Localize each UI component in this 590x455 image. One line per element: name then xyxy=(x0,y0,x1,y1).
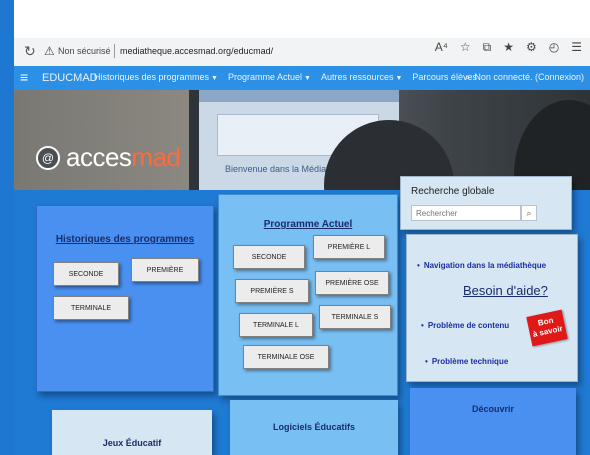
nav-link-label: Historiques des programmes xyxy=(94,72,210,82)
browser-address-bar: ↻ ⚠ Non sécurisé mediatheque.accesmad.or… xyxy=(14,38,590,67)
historiques-title[interactable]: Historiques des programmes xyxy=(37,234,213,245)
logo-text: accesmad xyxy=(66,142,181,173)
prog-terminale-s-button[interactable]: TERMINALE S xyxy=(319,305,391,329)
recherche-card: Recherche globale ⌕ xyxy=(400,176,572,230)
bon-a-savoir-badge[interactable]: Bon à savoir xyxy=(526,309,568,347)
read-aloud-icon[interactable]: A⁴ xyxy=(435,40,448,55)
site-navbar: ≡ EDUCMAD Historiques des programmes ▼ Pr… xyxy=(14,66,590,90)
nav-link-label: Programme Actuel xyxy=(227,72,303,82)
programme-actuel-card: Programme Actuel SECONDE PREMIÈRE L PREM… xyxy=(218,194,398,396)
jeux-educatif-title[interactable]: Jeux Éducatif xyxy=(52,438,212,448)
navigation-link-label: Navigation dans la médiathèque xyxy=(423,261,547,270)
prog-premiere-ose-button[interactable]: PREMIÈRE OSE xyxy=(315,271,389,295)
screenshot-frame: ↻ ⚠ Non sécurisé mediatheque.accesmad.or… xyxy=(0,0,590,455)
bullet-icon: • xyxy=(417,261,420,270)
favorite-star-icon[interactable]: ☆ xyxy=(460,40,471,55)
login-status[interactable]: ⌕ Non connecté. (Connexion) xyxy=(465,72,584,83)
nav-link-historiques[interactable]: Historiques des programmes ▼ xyxy=(94,72,218,82)
favorites-list-icon[interactable]: ★ xyxy=(503,40,514,55)
url-text[interactable]: mediatheque.accesmad.org/educmad/ xyxy=(120,46,273,56)
accesmad-logo: @ accesmad xyxy=(36,142,181,173)
split-screen-icon[interactable]: ⧉ xyxy=(483,40,492,55)
logo-text-prefix: acces xyxy=(66,142,132,172)
address-separator xyxy=(114,44,115,58)
nav-link-autres[interactable]: Autres ressources ▼ xyxy=(321,72,402,82)
badge-line2: à savoir xyxy=(531,323,564,339)
probleme-technique-link[interactable]: • Problème technique xyxy=(425,357,508,366)
nav-link-programme[interactable]: Programme Actuel ▼ xyxy=(228,72,311,82)
search-input[interactable] xyxy=(411,205,521,221)
prog-seconde-button[interactable]: SECONDE xyxy=(233,245,305,269)
hist-seconde-button[interactable]: SECONDE xyxy=(53,262,119,286)
monitor-header-strip xyxy=(199,90,399,102)
programme-title[interactable]: Programme Actuel xyxy=(219,219,397,230)
logiciels-educatifs-card: Logiciels Éducatifs xyxy=(230,400,398,455)
bullet-icon: • xyxy=(425,357,428,366)
prog-premiere-s-button[interactable]: PREMIÈRE S xyxy=(235,279,309,303)
chevron-down-icon: ▼ xyxy=(304,75,311,82)
nav-links: Historiques des programmes ▼ Programme Ac… xyxy=(94,72,477,82)
besoin-aide-title[interactable]: Besoin d'aide? xyxy=(463,283,548,298)
historiques-card: Historiques des programmes SECONDE PREMI… xyxy=(36,205,214,392)
collections-icon[interactable]: ☰ xyxy=(571,40,582,55)
search-icon: ⌕ xyxy=(526,207,532,218)
warning-icon[interactable]: ⚠ xyxy=(44,44,55,58)
decouvrir-card: Découvrir xyxy=(410,388,576,455)
chevron-down-icon: ▼ xyxy=(211,75,218,82)
nav-link-label: Autres ressources xyxy=(320,72,394,82)
browser-toolbar-icons: A⁴ ☆ ⧉ ★ ⚙ ◴ ☰ xyxy=(435,40,582,55)
logo-text-suffix: mad xyxy=(131,142,181,172)
probleme-contenu-label: Problème de contenu xyxy=(427,321,510,330)
aide-card: • Navigation dans la médiathèque Besoin d… xyxy=(406,234,578,382)
extensions-icon[interactable]: ⚙ xyxy=(526,40,537,55)
security-label[interactable]: Non sécurisé xyxy=(58,46,111,56)
logo-at-icon: @ xyxy=(36,145,60,170)
hist-terminale-button[interactable]: TERMINALE xyxy=(53,296,129,320)
prog-terminale-ose-button[interactable]: TERMINALE OSE xyxy=(243,345,329,369)
history-icon[interactable]: ◴ xyxy=(549,40,559,55)
reload-icon[interactable]: ↻ xyxy=(24,43,36,60)
recherche-title: Recherche globale xyxy=(411,186,495,197)
navigation-link[interactable]: • Navigation dans la médiathèque xyxy=(417,261,546,270)
bullet-icon: • xyxy=(421,321,424,330)
search-button[interactable]: ⌕ xyxy=(521,205,537,221)
search-icon[interactable]: ⌕ xyxy=(465,72,470,83)
hero-banner: Bienvenue dans la Médiathèque xyxy=(14,90,590,190)
probleme-contenu-link[interactable]: • Problème de contenu xyxy=(421,321,509,330)
prog-terminale-l-button[interactable]: TERMINALE L xyxy=(239,313,313,337)
prog-premiere-l-button[interactable]: PREMIÈRE L xyxy=(313,235,385,259)
jeux-educatif-card: Jeux Éducatif xyxy=(52,410,212,455)
hist-premiere-button[interactable]: PREMIÈRE xyxy=(131,258,199,282)
login-status-text: Non connecté. (Connexion) xyxy=(474,72,584,82)
probleme-technique-label: Problème technique xyxy=(431,357,509,366)
logiciels-educatifs-title[interactable]: Logiciels Éducatifs xyxy=(230,422,398,432)
left-edge-bar xyxy=(0,0,14,455)
menu-icon[interactable]: ≡ xyxy=(20,69,28,85)
decouvrir-title[interactable]: Découvrir xyxy=(410,404,576,414)
chevron-down-icon: ▼ xyxy=(395,75,403,82)
brand-name[interactable]: EDUCMAD xyxy=(42,72,98,84)
